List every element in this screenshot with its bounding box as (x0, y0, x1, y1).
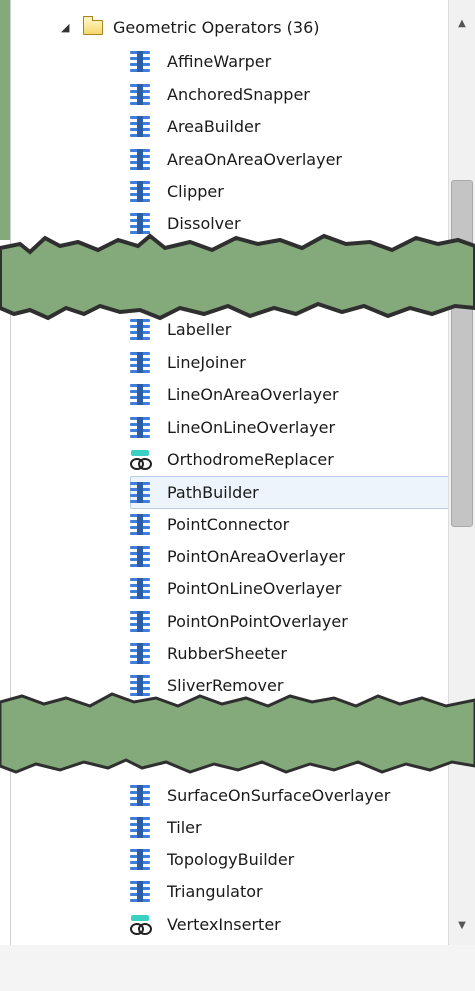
tree-item-label: SurfaceOnSurfaceOverlayer (167, 785, 391, 805)
tree-item-areaonareaoverlayer[interactable]: AreaOnAreaOverlayer (129, 146, 346, 172)
tree-folder-geometric-operators[interactable]: ◢ Geometric Operators (36) (61, 14, 320, 40)
transformer-icon (129, 115, 151, 138)
vertical-scrollbar[interactable]: ▲ ▼ (448, 0, 475, 945)
transformer-icon (129, 513, 151, 536)
tree-item-label: LineOnAreaOverlayer (167, 384, 339, 404)
folder-icon (83, 15, 103, 35)
transformer-icon (129, 577, 151, 600)
tree-item-label: AreaBuilder (167, 116, 261, 136)
tree-item-label: Tiler (167, 817, 202, 837)
tree-item-label: OrthodromeReplacer (167, 449, 334, 469)
tree-item-label: PointConnector (167, 514, 290, 534)
tree-item-lineonareaoverlayer[interactable]: LineOnAreaOverlayer (129, 381, 343, 407)
transformer-icon (129, 848, 151, 871)
linked-transformer-icon (129, 448, 152, 471)
tree-item-topologybuilder[interactable]: TopologyBuilder (129, 846, 298, 872)
tree-item-label: TopologyBuilder (167, 849, 295, 869)
scroll-up-arrow-icon[interactable]: ▲ (449, 18, 475, 29)
torn-edge-overlay-bottom (0, 692, 475, 774)
tree-item-label: VertexInserter (167, 914, 281, 934)
tree-item-lineonlineoverlayer[interactable]: LineOnLineOverlayer (129, 414, 339, 440)
tree-item-pointconnector[interactable]: PointConnector (129, 511, 293, 537)
tree-item-label: Clipper (167, 181, 224, 201)
linked-transformer-icon (129, 913, 152, 936)
tree-item-surfaceonsurfaceoverlayer[interactable]: SurfaceOnSurfaceOverlayer (129, 782, 394, 808)
tree-item-linejoiner[interactable]: LineJoiner (129, 349, 250, 375)
search-footer (0, 945, 475, 991)
tree-item-label: AreaOnAreaOverlayer (167, 149, 342, 169)
tree-item-tiler[interactable]: Tiler (129, 814, 206, 840)
tree-item-affinewarper[interactable]: AffineWarper (129, 48, 275, 74)
transformer-icon (129, 545, 151, 568)
tree-item-label: LineJoiner (167, 352, 246, 372)
transformer-icon (129, 610, 151, 633)
tree-item-vertexinserter[interactable]: VertexInserter (129, 911, 285, 937)
transformer-icon (129, 481, 151, 504)
tree-item-pathbuilder[interactable]: PathBuilder (129, 479, 263, 505)
torn-edge-overlay-top (0, 233, 475, 321)
tree-item-label: PointOnPointOverlayer (167, 611, 348, 631)
tree-item-label: PointOnLineOverlayer (167, 578, 342, 598)
scroll-down-arrow-icon[interactable]: ▼ (449, 920, 475, 931)
expand-triangle-icon[interactable]: ◢ (61, 21, 77, 34)
transformer-icon (129, 50, 151, 73)
tree-item-label: PathBuilder (167, 482, 259, 502)
tree-item-clipper[interactable]: Clipper (129, 178, 228, 204)
transformer-icon (129, 642, 151, 665)
transformer-icon (129, 180, 151, 203)
tree-item-label: Triangulator (167, 881, 263, 901)
tree-item-areabuilder[interactable]: AreaBuilder (129, 113, 264, 139)
tree-item-label: AffineWarper (167, 51, 272, 71)
tree-item-pointonareaoverlayer[interactable]: PointOnAreaOverlayer (129, 543, 349, 569)
tree-item-label: AnchoredSnapper (167, 84, 310, 104)
transformer-icon (129, 383, 151, 406)
tree-item-anchoredsnapper[interactable]: AnchoredSnapper (129, 81, 314, 107)
tree-item-orthodromereplacer[interactable]: OrthodromeReplacer (129, 446, 338, 472)
tree-item-rubbersheeter[interactable]: RubberSheeter (129, 640, 291, 666)
folder-label: Geometric Operators (36) (113, 17, 320, 37)
tree-item-pointonlineoverlayer[interactable]: PointOnLineOverlayer (129, 575, 345, 601)
tree-item-label: PointOnAreaOverlayer (167, 546, 345, 566)
transformer-icon (129, 784, 151, 807)
transformer-icon (129, 83, 151, 106)
transformer-icon (129, 351, 151, 374)
tree-item-label: RubberSheeter (167, 643, 287, 663)
transformer-icon (129, 880, 151, 903)
tree-item-triangulator[interactable]: Triangulator (129, 878, 267, 904)
transformer-tree[interactable]: ◢ Geometric Operators (36) AffineWarper … (10, 0, 448, 945)
tree-item-label: LineOnLineOverlayer (167, 417, 336, 437)
transformer-icon (129, 148, 151, 171)
tree-item-pointonpointoverlayer[interactable]: PointOnPointOverlayer (129, 608, 352, 634)
transformer-icon (129, 816, 151, 839)
transformer-icon (129, 416, 151, 439)
